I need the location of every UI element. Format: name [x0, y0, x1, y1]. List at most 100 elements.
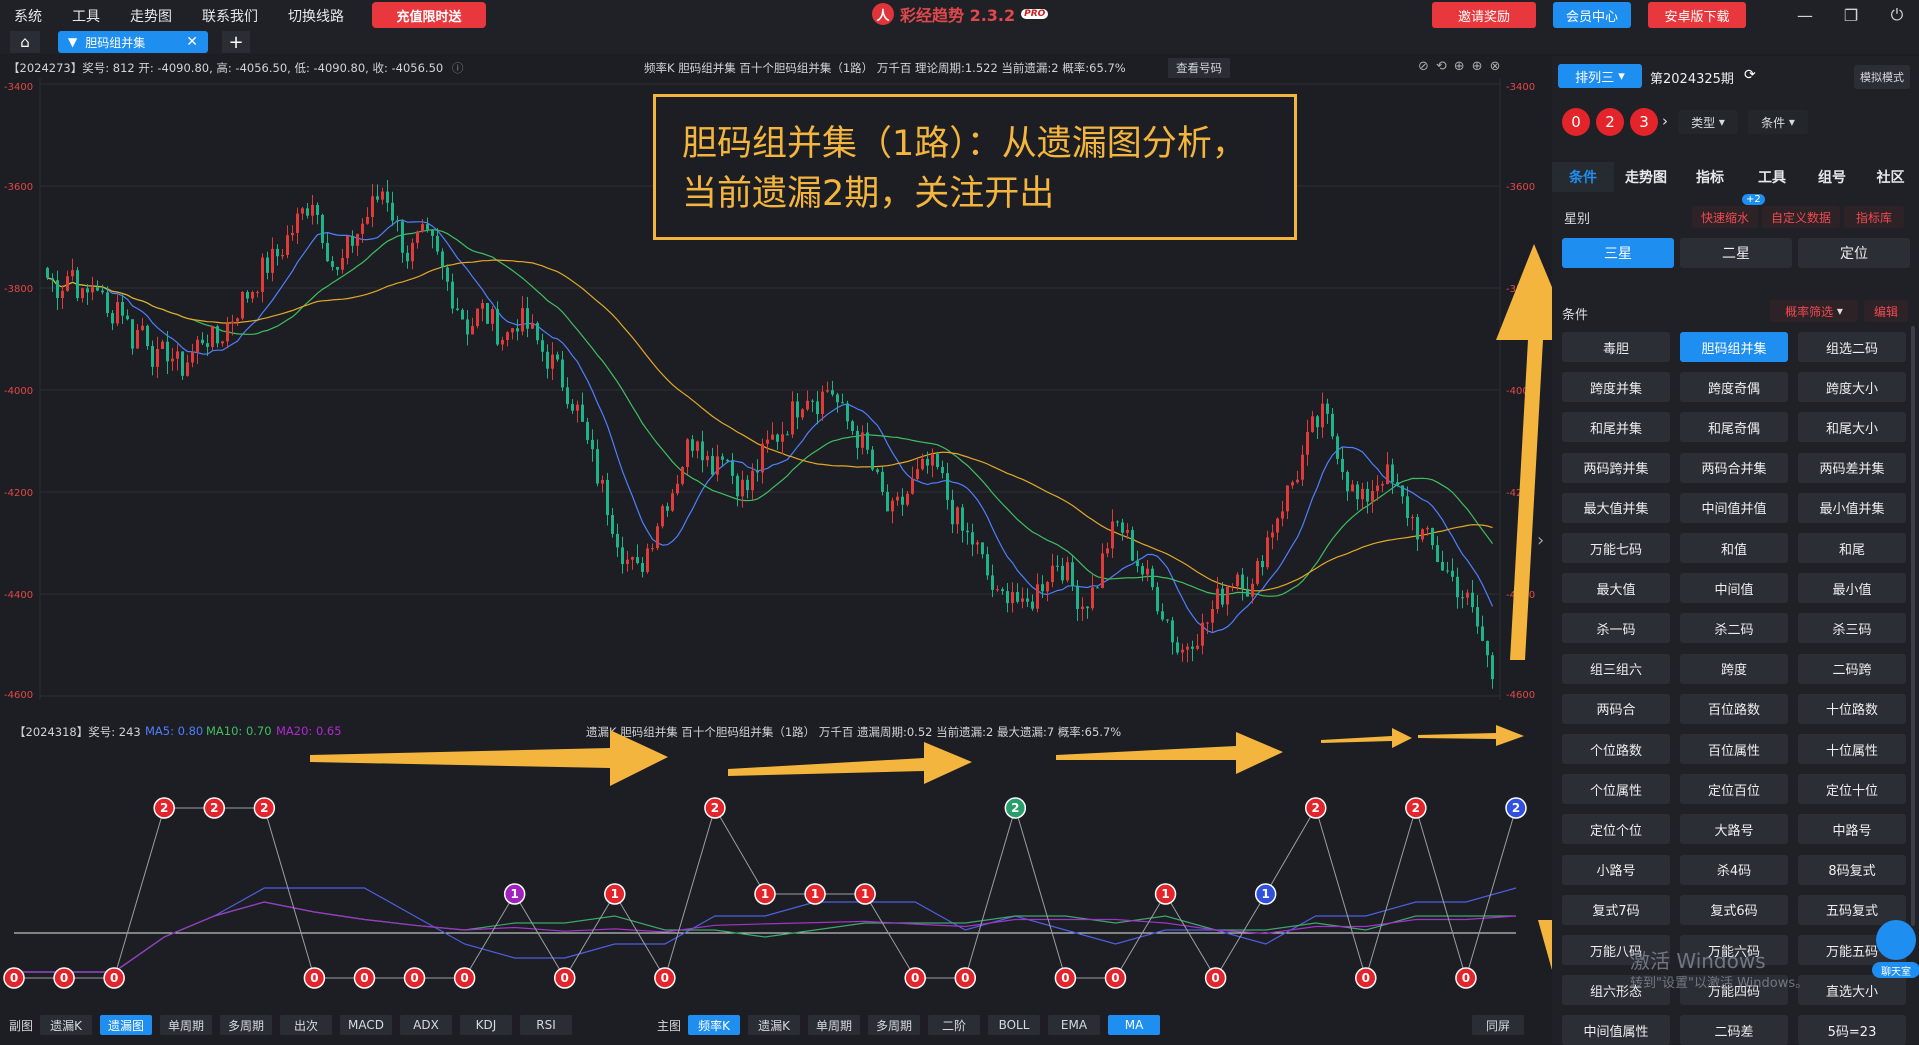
condition-item[interactable]: 8码复式 [1798, 854, 1906, 885]
bottom-right-item[interactable]: MA [1108, 1015, 1160, 1035]
bottom-right-item[interactable]: 单周期 [808, 1015, 860, 1035]
condition-item[interactable]: 复式6码 [1680, 894, 1788, 925]
invite-button[interactable]: 邀请奖励 [1432, 2, 1536, 28]
android-download-button[interactable]: 安卓版下载 [1648, 2, 1746, 28]
condition-item[interactable]: 中间值并值 [1680, 492, 1788, 523]
condition-item[interactable]: 十位属性 [1798, 734, 1906, 764]
bottom-left-item[interactable]: ADX [400, 1015, 452, 1035]
indicator-lib-button[interactable]: 指标库 [1844, 206, 1904, 228]
condition-item[interactable]: 中间值属性 [1562, 1015, 1670, 1045]
condition-item[interactable]: 直选大小 [1798, 975, 1906, 1006]
condition-item[interactable]: 两码合 [1562, 693, 1670, 724]
edit-button[interactable]: 编辑 [1864, 300, 1908, 322]
bottom-left-item[interactable]: MACD [340, 1015, 392, 1035]
menu-trend[interactable]: 走势图 [130, 6, 172, 26]
tab-group[interactable]: 组号 [1802, 162, 1862, 192]
condition-item[interactable]: 组三组六 [1562, 653, 1670, 684]
bottom-left-item[interactable]: 遗漏K [40, 1015, 92, 1035]
refresh-icon[interactable]: ⟳ [1744, 67, 1756, 83]
bottom-left-item[interactable]: 多周期 [220, 1015, 272, 1035]
tab-tools[interactable]: 工具 [1742, 162, 1802, 192]
quick-shrink-button[interactable]: 快速缩水 [1692, 206, 1758, 228]
condition-item[interactable]: 杀一码 [1562, 613, 1670, 644]
menu-tools[interactable]: 工具 [72, 6, 100, 26]
condition-item[interactable]: 二码差 [1680, 1015, 1788, 1045]
condition-item[interactable]: 十位路数 [1798, 693, 1906, 724]
bottom-left-item[interactable]: 单周期 [160, 1015, 212, 1035]
type-select[interactable]: 类型 ▾ [1678, 110, 1738, 134]
condition-item[interactable]: 两码跨并集 [1562, 452, 1670, 483]
minimize-icon[interactable]: — [1790, 3, 1820, 27]
condition-item[interactable]: 毒胆 [1562, 332, 1670, 362]
segment-three-star[interactable]: 三星 [1562, 238, 1674, 268]
bottom-right-item[interactable]: 多周期 [868, 1015, 920, 1035]
condition-item[interactable]: 复式7码 [1562, 894, 1670, 925]
condition-select[interactable]: 条件 ▾ [1748, 110, 1808, 134]
bottom-right-item[interactable]: EMA [1048, 1015, 1100, 1035]
home-icon[interactable]: ⌂ [10, 31, 40, 53]
bottom-right-item[interactable]: 二阶 [928, 1015, 980, 1035]
condition-item[interactable]: 百位属性 [1680, 734, 1788, 764]
condition-item[interactable]: 定位个位 [1562, 814, 1670, 845]
bottom-left-item[interactable]: 出次 [280, 1015, 332, 1035]
condition-item[interactable]: 5码=23 [1798, 1015, 1906, 1045]
tab-dropdown-icon[interactable]: ▼ [68, 35, 77, 49]
bottom-left-item[interactable]: KDJ [460, 1015, 512, 1035]
sim-mode-button[interactable]: 模拟模式 [1854, 65, 1910, 89]
restore-icon[interactable]: ❐ [1836, 3, 1866, 27]
condition-item[interactable]: 和尾奇偶 [1680, 412, 1788, 443]
power-icon[interactable]: ⏻ [1882, 3, 1912, 27]
menu-system[interactable]: 系统 [14, 6, 42, 26]
tab-active[interactable]: ▼ 胆码组并集 ✕ [58, 31, 208, 53]
same-screen-button[interactable]: 同屏 [1472, 1015, 1524, 1035]
prob-filter-select[interactable]: 概率筛选 ▾ [1770, 300, 1858, 322]
tab-trend[interactable]: 走势图 [1614, 162, 1678, 192]
chart-tools-icons[interactable]: ⊘⟲⊕⊕⊗ [1418, 59, 1507, 74]
condition-item[interactable]: 个位属性 [1562, 774, 1670, 805]
condition-item[interactable]: 定位十位 [1798, 774, 1906, 805]
condition-item[interactable]: 个位路数 [1562, 734, 1670, 764]
condition-item[interactable]: 跨度 [1680, 653, 1788, 684]
panel-scrollbar[interactable] [1911, 326, 1915, 926]
condition-item[interactable]: 和尾 [1798, 533, 1906, 563]
condition-item[interactable]: 最大值并集 [1562, 492, 1670, 523]
condition-item[interactable]: 小路号 [1562, 854, 1670, 885]
condition-item[interactable]: 跨度并集 [1562, 372, 1670, 403]
condition-item[interactable]: 二码跨 [1798, 653, 1906, 684]
condition-item[interactable]: 胆码组并集 [1680, 332, 1788, 362]
condition-item[interactable]: 两码差并集 [1798, 452, 1906, 483]
condition-item[interactable]: 百位路数 [1680, 693, 1788, 724]
condition-item[interactable]: 和值 [1680, 533, 1788, 563]
tab-indicator[interactable]: 指标 [1678, 162, 1742, 192]
condition-item[interactable]: 杀三码 [1798, 613, 1906, 644]
help-icon[interactable]: ⓘ [452, 60, 464, 76]
game-select[interactable]: 排列三 ▾ [1558, 64, 1642, 88]
recharge-button[interactable]: 充值限时送 [372, 2, 486, 28]
condition-item[interactable]: 中间值 [1680, 573, 1788, 604]
collapse-panel-icon[interactable]: › [1537, 530, 1551, 560]
condition-item[interactable]: 中路号 [1798, 814, 1906, 845]
bottom-left-item[interactable]: 遗漏图 [100, 1015, 152, 1035]
tab-conditions[interactable]: 条件 [1552, 162, 1614, 192]
condition-item[interactable]: 和尾大小 [1798, 412, 1906, 443]
condition-item[interactable]: 定位百位 [1680, 774, 1788, 805]
member-center-button[interactable]: 会员中心 [1553, 2, 1631, 28]
condition-item[interactable]: 万能七码 [1562, 533, 1670, 563]
chat-icon[interactable] [1876, 920, 1916, 960]
bottom-right-item[interactable]: 频率K [688, 1015, 740, 1035]
bottom-right-item[interactable]: BOLL [988, 1015, 1040, 1035]
menu-switch-line[interactable]: 切换线路 [288, 6, 344, 26]
chat-room-label[interactable]: 聊天室 [1872, 962, 1919, 978]
segment-position[interactable]: 定位 [1798, 238, 1910, 268]
condition-item[interactable]: 两码合并集 [1680, 452, 1788, 483]
bottom-right-item[interactable]: 遗漏K [748, 1015, 800, 1035]
condition-item[interactable]: 杀4码 [1680, 854, 1788, 885]
menu-contact[interactable]: 联系我们 [202, 6, 258, 26]
condition-item[interactable]: 最小值并集 [1798, 492, 1906, 523]
condition-item[interactable]: 大路号 [1680, 814, 1788, 845]
next-icon[interactable]: › [1662, 112, 1668, 130]
segment-two-star[interactable]: 二星 [1680, 238, 1792, 268]
condition-item[interactable]: 组选二码 [1798, 332, 1906, 362]
tab-community[interactable]: 社区 [1862, 162, 1919, 192]
custom-data-button[interactable]: 自定义数据 [1762, 206, 1840, 228]
